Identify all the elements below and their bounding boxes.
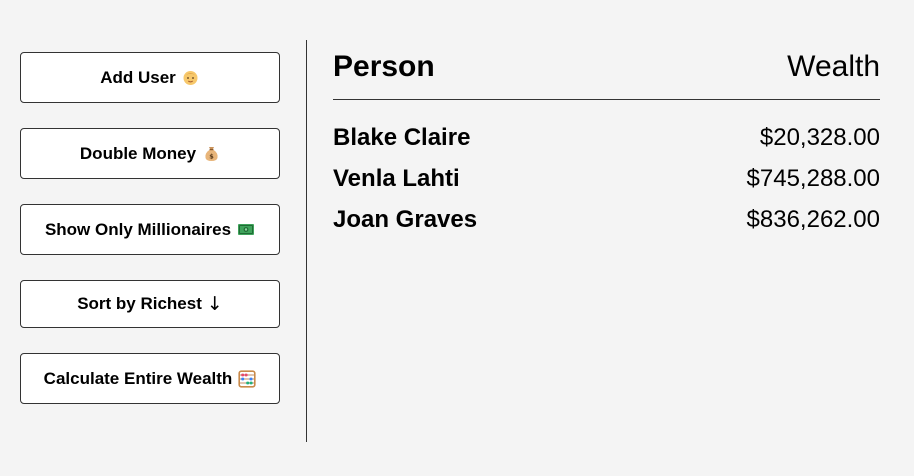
table-body: Blake Claire $20,328.00 Venla Lahti $745… <box>333 124 880 247</box>
sort-richest-label: Sort by Richest <box>77 294 202 313</box>
banknote-icon <box>237 221 255 239</box>
header-divider <box>333 99 880 100</box>
table-header: Person Wealth <box>333 50 880 90</box>
person-wealth: $745,288.00 <box>746 165 880 192</box>
add-user-label: Add User <box>100 67 176 87</box>
table-row: Blake Claire $20,328.00 <box>333 124 880 165</box>
money-bag-icon: $ <box>202 145 220 163</box>
svg-text:$: $ <box>209 152 214 160</box>
person-name: Blake Claire <box>333 124 471 151</box>
sort-richest-button[interactable]: Sort by Richest ↓ <box>20 280 280 328</box>
person-wealth: $20,328.00 <box>759 124 880 151</box>
wealth-header: Wealth <box>787 50 880 83</box>
app-root: Add User Double Money $ Show Only Millio… <box>0 0 914 476</box>
double-money-label: Double Money <box>79 143 197 163</box>
add-user-button[interactable]: Add User <box>20 52 280 103</box>
double-money-button[interactable]: Double Money $ <box>20 128 280 179</box>
abacus-icon <box>238 369 256 388</box>
show-millionaires-button[interactable]: Show Only Millionaires <box>20 204 280 255</box>
arrow-down-icon: ↓ <box>206 292 223 315</box>
person-name: Venla Lahti <box>333 165 460 192</box>
table-row: Venla Lahti $745,288.00 <box>333 165 880 206</box>
person-header: Person <box>333 50 435 83</box>
vertical-divider <box>306 40 307 442</box>
person-wealth: $836,262.00 <box>746 206 880 233</box>
sidebar: Add User Double Money $ Show Only Millio… <box>0 0 307 476</box>
table-row: Joan Graves $836,262.00 <box>333 206 880 247</box>
baby-face-icon <box>182 69 200 87</box>
wealth-table: Person Wealth Blake Claire $20,328.00 Ve… <box>333 0 880 476</box>
calculate-wealth-button[interactable]: Calculate Entire Wealth <box>20 353 280 404</box>
calculate-wealth-label: Calculate Entire Wealth <box>43 368 233 388</box>
person-name: Joan Graves <box>333 206 478 233</box>
show-millionaires-label: Show Only Millionaires <box>44 219 232 239</box>
